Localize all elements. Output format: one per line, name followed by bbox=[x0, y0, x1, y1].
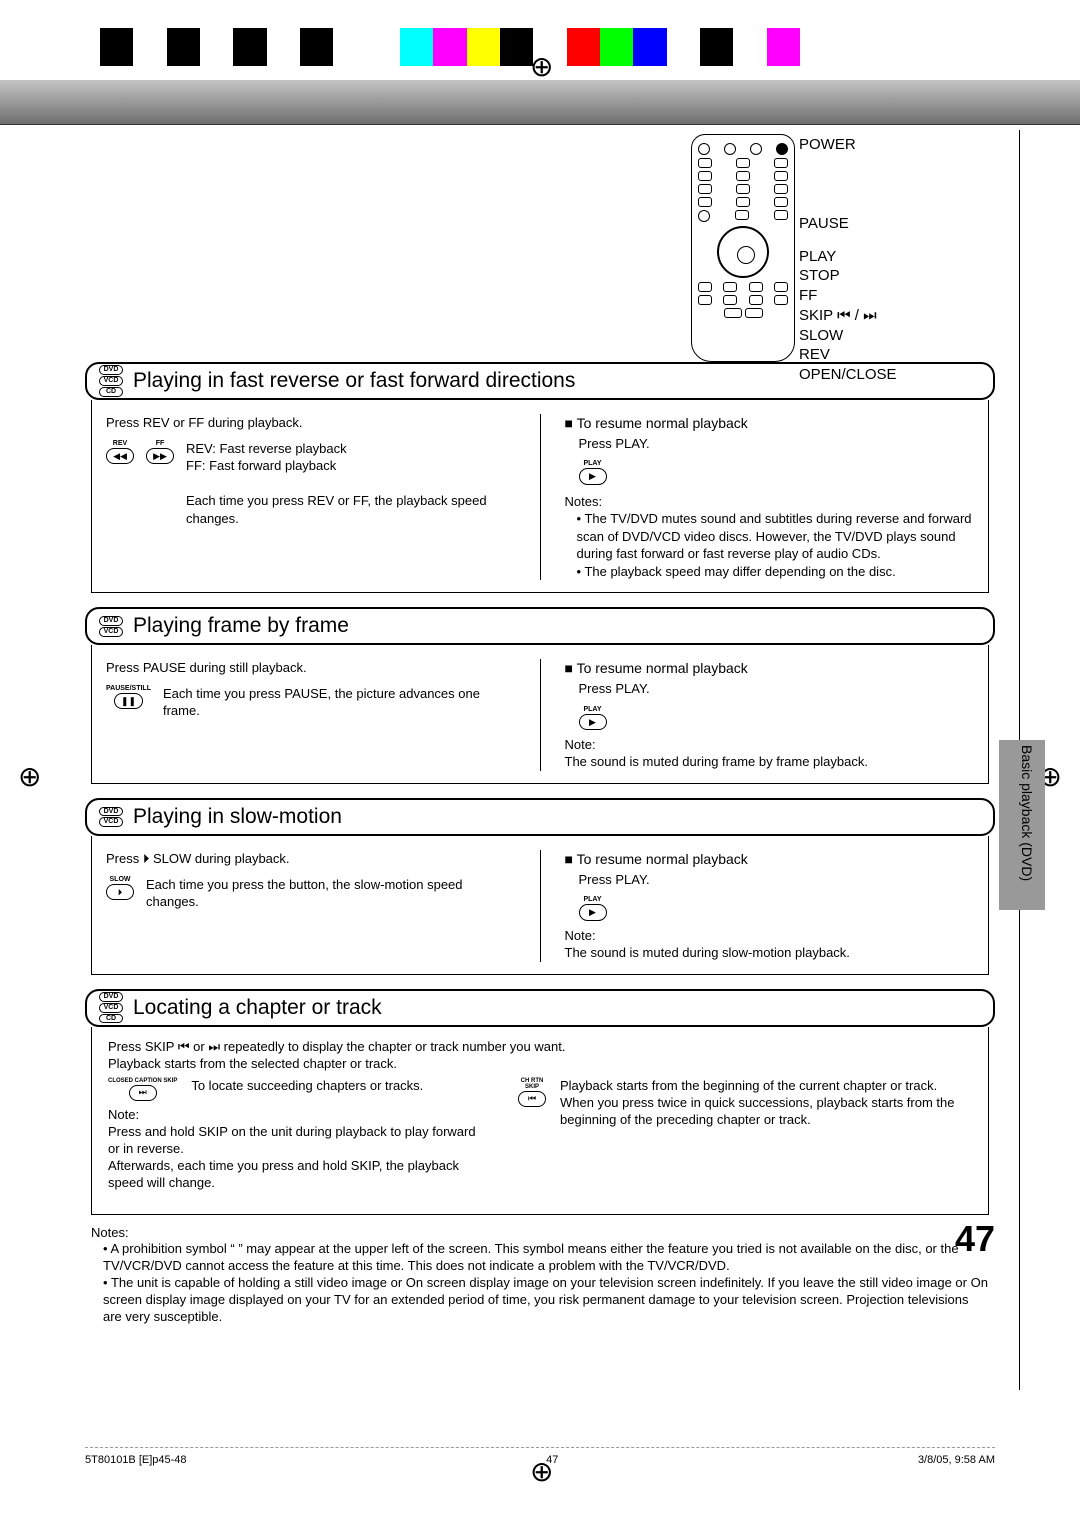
section-title: Playing frame by frame bbox=[133, 614, 349, 638]
section-fast-rev-body: Press REV or FF during playback. REV ◀◀ … bbox=[91, 400, 989, 593]
footer: 5T80101B [E]p45-48 47 3/8/05, 9:58 AM bbox=[85, 1447, 995, 1466]
footer-file: 5T80101B [E]p45-48 bbox=[85, 1454, 187, 1466]
print-color-bar bbox=[100, 28, 800, 66]
section-slow-header: DVD VCD Playing in slow-motion bbox=[85, 798, 995, 836]
registration-mark-top: ⊕ bbox=[530, 50, 553, 83]
bottom-note-2: The unit is capable of holding a still v… bbox=[103, 1275, 989, 1326]
instruction: Press SKIP ⏮ or ⏭ repeatedly to display … bbox=[108, 1039, 972, 1056]
line2: Playback starts from the selected chapte… bbox=[108, 1056, 972, 1073]
slow-speed-note: Each time you press the button, the slow… bbox=[146, 876, 516, 911]
resume-heading: To resume normal playback bbox=[565, 659, 975, 678]
section-slow-body: Press ⏵ SLOW during playback. Each time … bbox=[91, 836, 989, 975]
section-locate-body: Press SKIP ⏮ or ⏭ repeatedly to display … bbox=[91, 1027, 989, 1215]
bottom-notes: Notes: A prohibition symbol “ ” may appe… bbox=[91, 1225, 989, 1326]
section-title: Locating a chapter or track bbox=[133, 996, 382, 1020]
resume-action: Press PLAY. bbox=[579, 680, 975, 698]
label-rev: REV bbox=[799, 346, 959, 365]
label-skip: SKIP ⏮ / ⏭ bbox=[799, 307, 959, 326]
note-1: The sound is muted during slow-motion pl… bbox=[565, 944, 975, 962]
notes-label: Notes: bbox=[91, 1225, 989, 1242]
play-button-icon: PLAY ▶ bbox=[579, 460, 607, 484]
skip-fwd-text: To locate succeeding chapters or tracks. bbox=[191, 1078, 423, 1095]
resume-action: Press PLAY. bbox=[579, 435, 975, 453]
note-2: The playback speed may differ depending … bbox=[577, 563, 975, 581]
note-line1: Press and hold SKIP on the unit during p… bbox=[108, 1124, 488, 1158]
play-button-icon: PLAY ▶ bbox=[579, 706, 607, 730]
remote-labels: POWER PAUSE PLAY STOP FF SKIP ⏮ / ⏭ SLOW… bbox=[799, 136, 959, 386]
footer-date: 3/8/05, 9:58 AM bbox=[918, 1454, 995, 1466]
disc-badges: DVD VCD CD bbox=[99, 992, 123, 1023]
instruction: Press REV or FF during playback. bbox=[106, 414, 516, 432]
rev-desc: REV: Fast reverse playback bbox=[186, 440, 516, 458]
ff-desc: FF: Fast forward playback bbox=[186, 457, 516, 475]
note-label: Note: bbox=[565, 736, 975, 754]
footer-page: 47 bbox=[546, 1454, 558, 1466]
note-label: Note: bbox=[108, 1107, 488, 1124]
label-play: PLAY bbox=[799, 248, 959, 267]
section-title: Playing in slow-motion bbox=[133, 805, 342, 829]
skip-back-button-icon: CH RTN SKIP ⏮ bbox=[518, 1078, 546, 1107]
skip-fwd-button-icon: CLOSED CAPTION SKIP ⏭ bbox=[108, 1078, 177, 1101]
note-line2: Afterwards, each time you press and hold… bbox=[108, 1158, 488, 1192]
page-number: 47 bbox=[955, 1218, 995, 1260]
label-stop: STOP bbox=[799, 267, 959, 286]
registration-mark-left: ⊕ bbox=[18, 760, 41, 793]
bottom-note-1: A prohibition symbol “ ” may appear at t… bbox=[103, 1241, 989, 1275]
play-button-icon: PLAY ▶ bbox=[579, 896, 607, 920]
page-content: POWER PAUSE PLAY STOP FF SKIP ⏮ / ⏭ SLOW… bbox=[85, 130, 995, 1326]
slow-button-icon: SLOW ⏵ bbox=[106, 876, 134, 900]
section-frame-header: DVD VCD Playing frame by frame bbox=[85, 607, 995, 645]
remote-illustration bbox=[691, 134, 795, 362]
speed-change-note: Each time you press REV or FF, the playb… bbox=[186, 492, 516, 527]
note-1: The sound is muted during frame by frame… bbox=[565, 753, 975, 771]
disc-badges: DVD VCD CD bbox=[99, 365, 123, 396]
section-frame-body: Press PAUSE during still playback. PAUSE… bbox=[91, 645, 989, 784]
note-label: Note: bbox=[565, 927, 975, 945]
disc-badges: DVD VCD bbox=[99, 807, 123, 827]
note-1: The TV/DVD mutes sound and subtitles dur… bbox=[577, 510, 975, 563]
label-power: POWER bbox=[799, 136, 959, 155]
section-title: Playing in fast reverse or fast forward … bbox=[133, 369, 575, 393]
skip-back-text1: Playback starts from the beginning of th… bbox=[560, 1078, 972, 1095]
disc-badges: DVD VCD bbox=[99, 616, 123, 636]
frame-advance-note: Each time you press PAUSE, the picture a… bbox=[163, 685, 516, 720]
resume-heading: To resume normal playback bbox=[565, 414, 975, 433]
ff-button-icon: FF ▶▶ bbox=[146, 440, 174, 464]
notes-label: Notes: bbox=[565, 493, 975, 511]
header-gradient bbox=[0, 80, 1080, 125]
label-slow: SLOW bbox=[799, 327, 959, 346]
rev-button-icon: REV ◀◀ bbox=[106, 440, 134, 464]
section-locate-header: DVD VCD CD Locating a chapter or track bbox=[85, 989, 995, 1027]
skip-back-text2: When you press twice in quick succession… bbox=[560, 1095, 972, 1129]
pause-button-icon: PAUSE/STILL ❚❚ bbox=[106, 685, 151, 709]
side-tab-label: Basic playback (DVD) bbox=[1019, 745, 1035, 881]
resume-action: Press PLAY. bbox=[579, 871, 975, 889]
instruction: Press ⏵ SLOW during playback. bbox=[106, 850, 516, 868]
label-pause: PAUSE bbox=[799, 215, 959, 234]
label-open: OPEN/CLOSE bbox=[799, 366, 959, 385]
resume-heading: To resume normal playback bbox=[565, 850, 975, 869]
label-ff: FF bbox=[799, 287, 959, 306]
instruction: Press PAUSE during still playback. bbox=[106, 659, 516, 677]
